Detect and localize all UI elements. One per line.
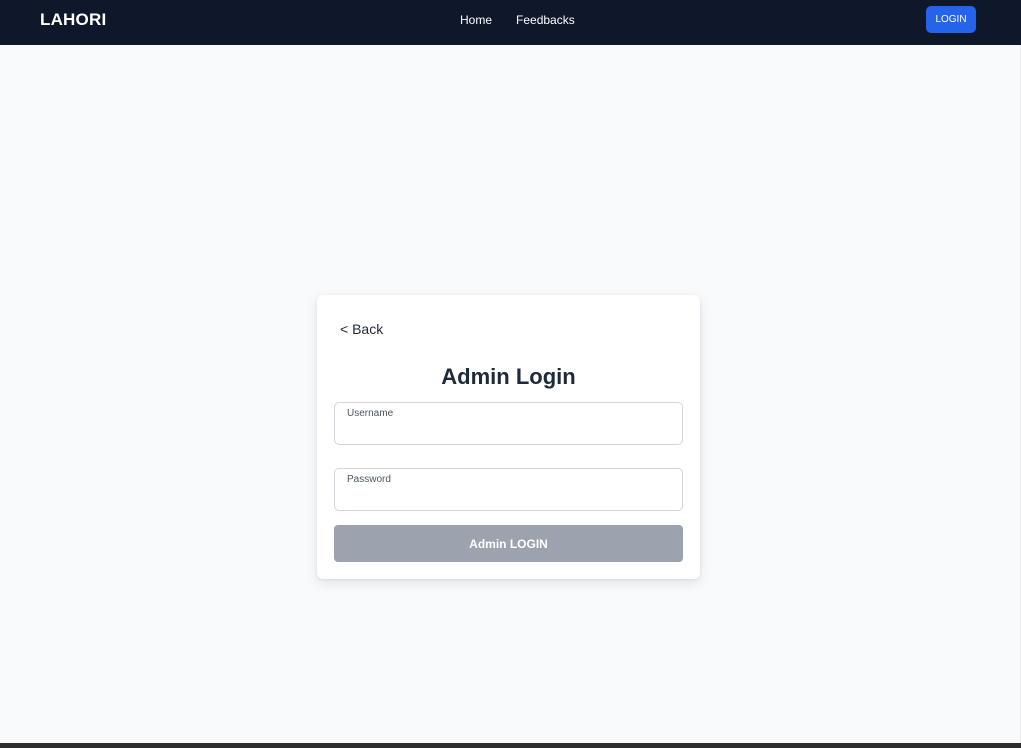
admin-login-card: < Back Admin Login Username Password Adm… [317,295,700,579]
username-input[interactable] [346,421,671,441]
nav-link-feedbacks[interactable]: Feedbacks [516,12,575,28]
bottom-edge-strip [0,743,1021,748]
top-navigation-bar: LAHORI Home Feedbacks LOGIN [0,0,1021,45]
password-label: Password [347,474,391,485]
back-link-label: < Back [340,321,384,337]
page-title: Admin Login [441,364,576,389]
main-navigation: Home Feedbacks [460,12,575,28]
password-field[interactable]: Password [334,468,683,511]
brand-logo-text[interactable]: LAHORI [40,10,106,30]
password-input[interactable] [346,487,671,507]
username-field[interactable]: Username [334,402,683,445]
header-login-button[interactable]: LOGIN [926,6,976,33]
admin-login-submit-button[interactable]: Admin LOGIN [334,525,683,562]
back-link[interactable]: < Back [340,320,383,338]
nav-link-home[interactable]: Home [460,12,492,28]
username-label: Username [347,408,394,419]
